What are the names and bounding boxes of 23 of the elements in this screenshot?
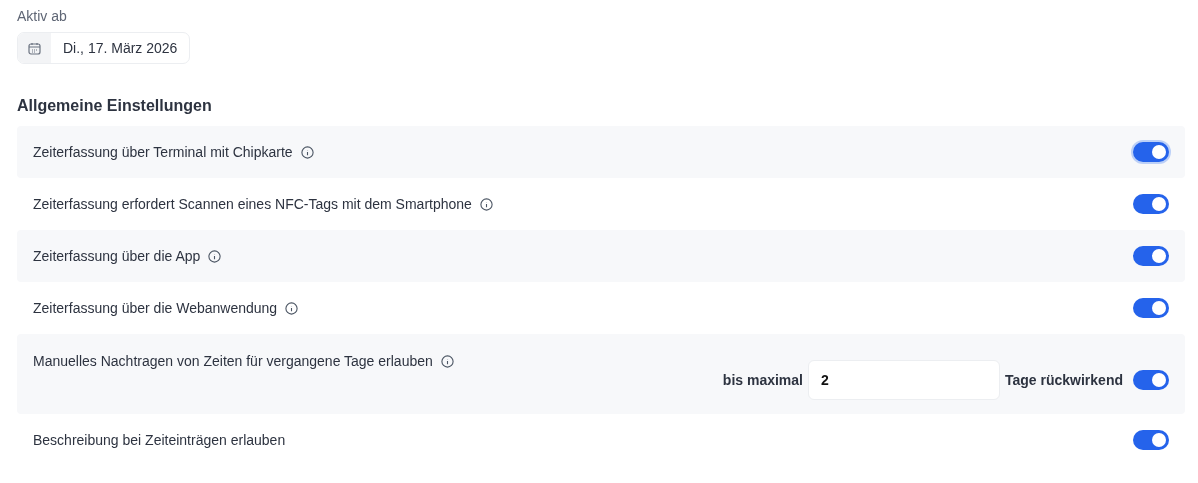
- calendar-icon: [28, 41, 41, 55]
- toggle-switch[interactable]: [1133, 194, 1169, 214]
- section-title: Allgemeine Einstellungen: [17, 96, 213, 116]
- field-label: Tage rückwirkend: [1005, 370, 1123, 390]
- toggle-switch[interactable]: [1133, 298, 1169, 318]
- info-icon[interactable]: [440, 355, 454, 368]
- setting-label: Zeiterfassung über die Webanwendung: [33, 298, 278, 318]
- info-icon[interactable]: [300, 145, 314, 159]
- info-icon[interactable]: [208, 249, 222, 263]
- number-field[interactable]: 2: [808, 360, 1000, 400]
- field-label: bis maximal: [722, 370, 803, 390]
- date-field[interactable]: Di., 17. März 2026: [17, 32, 191, 64]
- toggle-switch[interactable]: [1133, 370, 1169, 390]
- setting-label: Manuelles Nachtragen von Zeiten für vergangene Tage erlauben: [33, 352, 433, 371]
- setting-label: Zeiterfassung über die App: [33, 246, 201, 266]
- info-icon[interactable]: [479, 197, 493, 211]
- field-label: Aktiv ab: [17, 7, 68, 26]
- setting-label: Beschreibung bei Zeiteinträgen erlauben: [33, 430, 286, 450]
- toggle-switch[interactable]: [1133, 430, 1169, 450]
- info-icon[interactable]: [285, 301, 299, 315]
- toggle-switch[interactable]: [1133, 246, 1169, 266]
- setting-label: Zeiterfassung über Terminal mit Chipkarte: [33, 142, 293, 162]
- setting-label: Zeiterfassung erfordert Scannen eines NFC-Tags mit dem Smartphone: [33, 194, 472, 214]
